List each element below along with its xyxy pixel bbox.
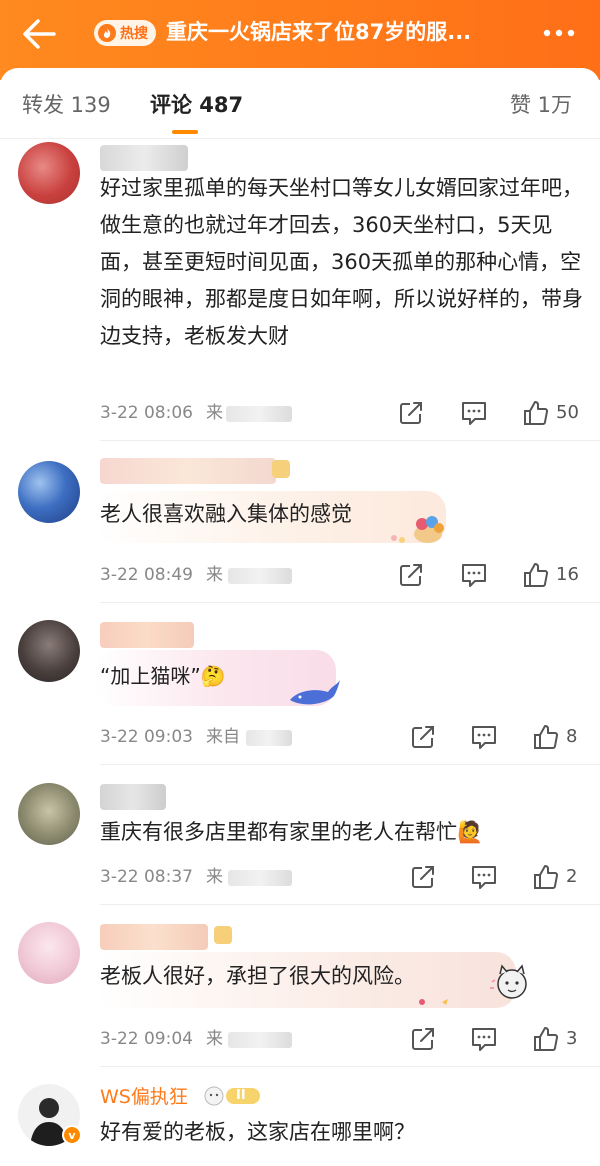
comment-meta: 3-22 08:49 来 16 [100,560,586,590]
comment-time: 3-22 08:37 [100,867,193,887]
comment-divider [100,602,600,603]
tab-comments[interactable]: 评论 487 [150,90,243,120]
avatar[interactable] [18,783,80,845]
back-arrow-icon[interactable] [18,14,62,54]
repost-icon[interactable] [398,560,424,590]
username[interactable] [100,458,276,484]
comment-divider [100,764,600,765]
username[interactable] [100,784,166,810]
flame-icon [98,24,116,42]
comment-icon[interactable] [460,560,488,590]
comment-meta: 3-22 08:06 来 50 [100,398,586,428]
comment-divider [100,904,600,905]
comment-text: 好有爱的老板，这家店在哪里啊？ [100,1120,415,1144]
username[interactable] [100,924,208,950]
like-button[interactable]: 50 [522,398,579,428]
avatar[interactable] [18,142,80,204]
whale-sticker-icon [290,680,340,705]
comment-text: 重庆有很多店里都有家里的老人在帮忙🙋 [100,820,484,844]
thumbs-up-icon [524,401,549,425]
hot-search-label: 热搜 [120,26,148,42]
tab-bar: 转发 139 评论 487 赞 1万 [0,82,600,138]
tab-likes[interactable]: 赞 1万 [510,90,572,120]
username[interactable]: WS偏执狂 [100,1084,188,1110]
page-title: 重庆一火锅店来了位87岁的服... [166,20,472,44]
comment-divider [100,1066,600,1067]
thumbs-up-icon [534,1027,559,1051]
comment-source: 来 [206,867,223,887]
comment-time: 3-22 09:03 [100,727,193,747]
username[interactable] [100,622,194,648]
comment-icon[interactable] [470,1024,498,1054]
comment-meta: 3-22 08:37 来 2 [100,862,586,892]
comment-icon[interactable] [470,722,498,752]
cat-sticker-icon [419,964,527,1005]
repost-icon[interactable] [410,722,436,752]
fan-badge-icon [272,460,290,478]
tab-divider [0,138,600,139]
comment-text: 老人很喜欢融入集体的感觉 [100,502,352,526]
more-dots-icon[interactable] [537,18,581,48]
repost-icon[interactable] [410,862,436,892]
tab-active-indicator [172,130,198,134]
avatar[interactable] [18,461,80,523]
like-count: 3 [566,1028,578,1049]
comment-time: 3-22 09:04 [100,1029,193,1049]
like-count: 50 [556,402,579,423]
like-button[interactable]: 16 [522,560,579,590]
like-count: 16 [556,564,579,585]
verified-badge-icon: v [62,1125,82,1145]
comment-text: “加上猫咪”🤔 [100,664,226,688]
avatar[interactable] [18,922,80,984]
source-blur [228,870,292,886]
comment-meta: 3-22 09:03 来自 8 [100,722,586,752]
comment-source: 来 [206,403,223,423]
level-label: II [236,1088,246,1103]
comment-time: 3-22 08:49 [100,565,193,585]
like-count: 8 [566,726,578,747]
like-button[interactable]: 3 [532,1024,577,1054]
avatar[interactable] [18,620,80,682]
thumbs-up-icon [534,725,559,749]
repost-icon[interactable] [398,398,424,428]
comment-source: 来自 [206,727,240,747]
hot-search-badge[interactable]: 热搜 [94,20,156,46]
comment-divider [100,440,600,441]
like-count: 2 [566,866,578,887]
comment-icon[interactable] [470,862,498,892]
source-blur [226,406,292,422]
comment-source: 来 [206,1029,223,1049]
source-blur [228,568,292,584]
tab-repost[interactable]: 转发 139 [22,90,111,120]
like-button[interactable]: 8 [532,722,577,752]
comment-icon[interactable] [460,398,488,428]
thumbs-up-icon [524,563,549,587]
source-blur [228,1032,292,1048]
bouquet-sticker-icon [391,516,444,543]
comment-meta: 3-22 09:04 来 3 [100,1024,586,1054]
source-blur [246,730,292,746]
level-badge-icon [204,1086,260,1106]
comment-text: 好过家里孤单的每天坐村口等女儿女婿回家过年吧，做生意的也就过年才回去，360天坐… [100,176,583,348]
like-button[interactable]: 2 [532,862,577,892]
fan-badge-icon [214,926,232,944]
repost-icon[interactable] [410,1024,436,1054]
thumbs-up-icon [534,865,559,889]
username[interactable] [100,145,188,171]
comment-time: 3-22 08:06 [100,403,193,423]
comment-source: 来 [206,565,223,585]
